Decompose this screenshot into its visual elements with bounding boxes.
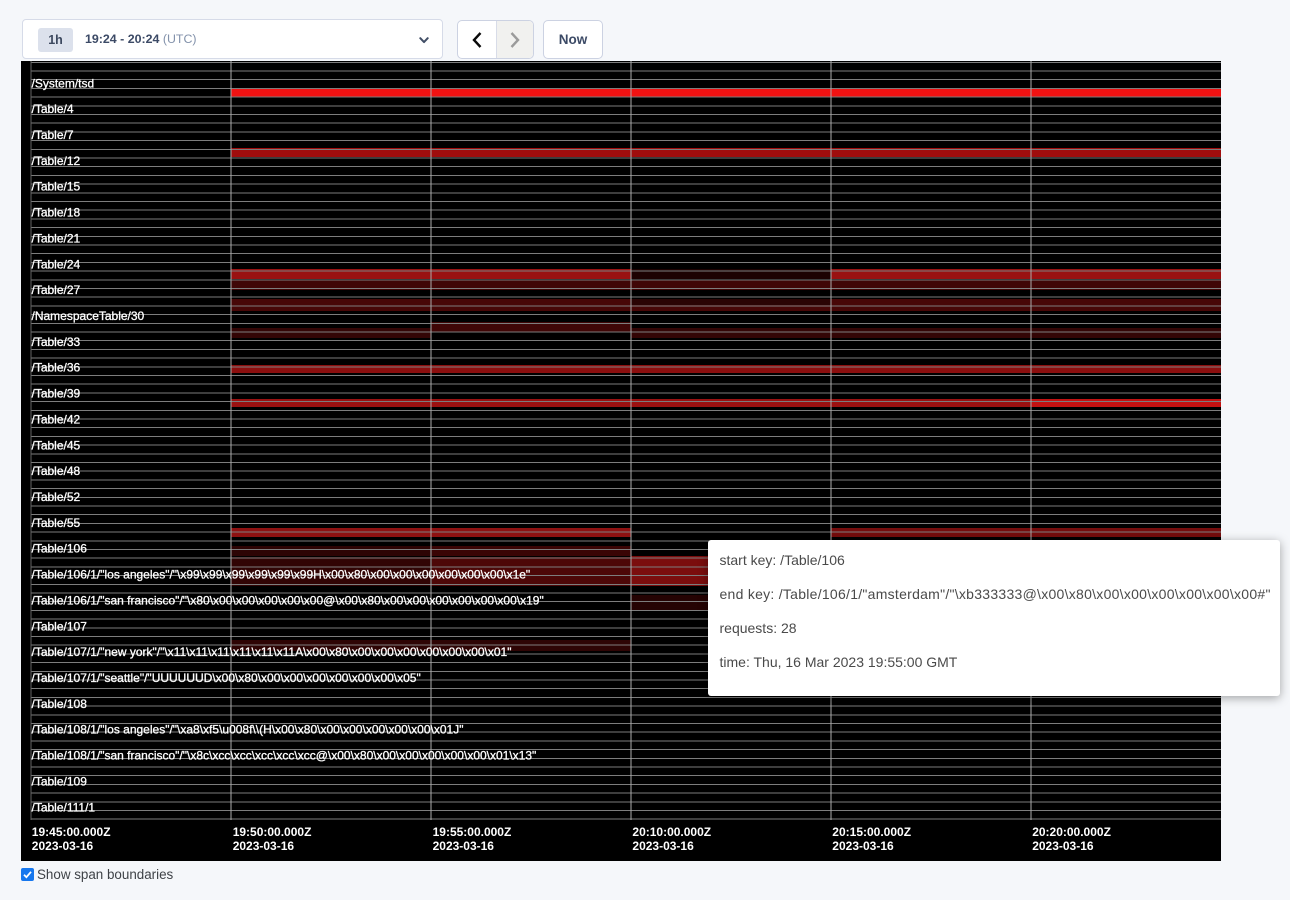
svg-text:2023-03-16: 2023-03-16 [32, 839, 94, 853]
svg-text:/Table/4: /Table/4 [32, 102, 74, 116]
svg-text:20:10:00.000Z: 20:10:00.000Z [632, 825, 711, 839]
svg-text:/Table/36: /Table/36 [32, 361, 81, 375]
svg-text:/Table/107: /Table/107 [32, 619, 88, 633]
svg-text:/Table/108/1/"san francisco"/": /Table/108/1/"san francisco"/"\x8c\xcc\x… [32, 749, 537, 763]
svg-text:/Table/106/1/"san francisco"/": /Table/106/1/"san francisco"/"\x80\x00\x… [32, 593, 544, 607]
svg-text:/Table/15: /Table/15 [32, 180, 81, 194]
svg-text:/Table/109: /Table/109 [32, 774, 88, 788]
svg-text:/Table/52: /Table/52 [32, 490, 81, 504]
svg-text:/Table/111/1: /Table/111/1 [32, 800, 96, 814]
svg-text:/Table/108/1/"los angeles"/"\x: /Table/108/1/"los angeles"/"\xa8\xf5\u00… [32, 723, 464, 737]
svg-text:/Table/107/1/"seattle"/"UUUUUU: /Table/107/1/"seattle"/"UUUUUUD\x00\x80\… [32, 671, 421, 685]
svg-text:/Table/27: /Table/27 [32, 283, 81, 297]
svg-text:/Table/42: /Table/42 [32, 412, 81, 426]
svg-text:2023-03-16: 2023-03-16 [233, 839, 295, 853]
svg-text:/Table/18: /Table/18 [32, 206, 81, 220]
svg-text:/Table/48: /Table/48 [32, 464, 81, 478]
svg-text:2023-03-16: 2023-03-16 [832, 839, 894, 853]
svg-text:/Table/12: /Table/12 [32, 154, 81, 168]
svg-text:/Table/33: /Table/33 [32, 335, 81, 349]
svg-text:/Table/7: /Table/7 [32, 128, 74, 142]
svg-text:19:55:00.000Z: 19:55:00.000Z [433, 825, 512, 839]
svg-text:/System/tsd: /System/tsd [32, 76, 95, 90]
svg-text:/Table/106: /Table/106 [32, 542, 88, 556]
svg-text:/Table/108: /Table/108 [32, 697, 88, 711]
svg-text:2023-03-16: 2023-03-16 [433, 839, 495, 853]
svg-text:/Table/55: /Table/55 [32, 516, 81, 530]
svg-text:2023-03-16: 2023-03-16 [1032, 839, 1094, 853]
svg-text:/Table/107/1/"new york"/"\x11\: /Table/107/1/"new york"/"\x11\x11\x11\x1… [32, 645, 512, 659]
svg-text:19:45:00.000Z: 19:45:00.000Z [32, 825, 111, 839]
svg-text:2023-03-16: 2023-03-16 [632, 839, 694, 853]
svg-text:20:20:00.000Z: 20:20:00.000Z [1032, 825, 1111, 839]
svg-text:19:50:00.000Z: 19:50:00.000Z [233, 825, 312, 839]
svg-text:/Table/45: /Table/45 [32, 438, 81, 452]
svg-text:/NamespaceTable/30: /NamespaceTable/30 [32, 309, 145, 323]
svg-text:/Table/39: /Table/39 [32, 387, 81, 401]
svg-text:20:15:00.000Z: 20:15:00.000Z [832, 825, 911, 839]
svg-text:/Table/21: /Table/21 [32, 231, 81, 245]
svg-text:/Table/24: /Table/24 [32, 257, 81, 271]
svg-text:/Table/106/1/"los angeles"/"\x: /Table/106/1/"los angeles"/"\x99\x99\x99… [32, 568, 531, 582]
